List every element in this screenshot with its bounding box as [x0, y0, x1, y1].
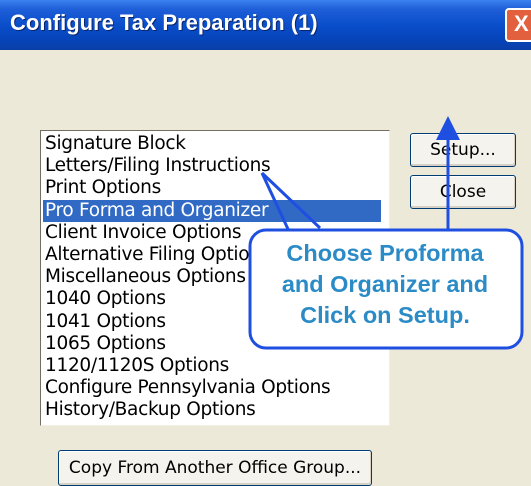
callout-line-3: Click on Setup.	[300, 302, 470, 328]
callout-line-1: Choose Proforma	[286, 240, 484, 266]
callout-overlay	[248, 116, 524, 350]
callout-line-2: and Organizer and	[281, 271, 489, 297]
copy-from-office-group-button[interactable]: Copy From Another Office Group...	[58, 450, 372, 486]
callout-text: Choose Proforma and Organizer and Click …	[250, 238, 520, 331]
callout-arrow-2	[260, 171, 322, 230]
